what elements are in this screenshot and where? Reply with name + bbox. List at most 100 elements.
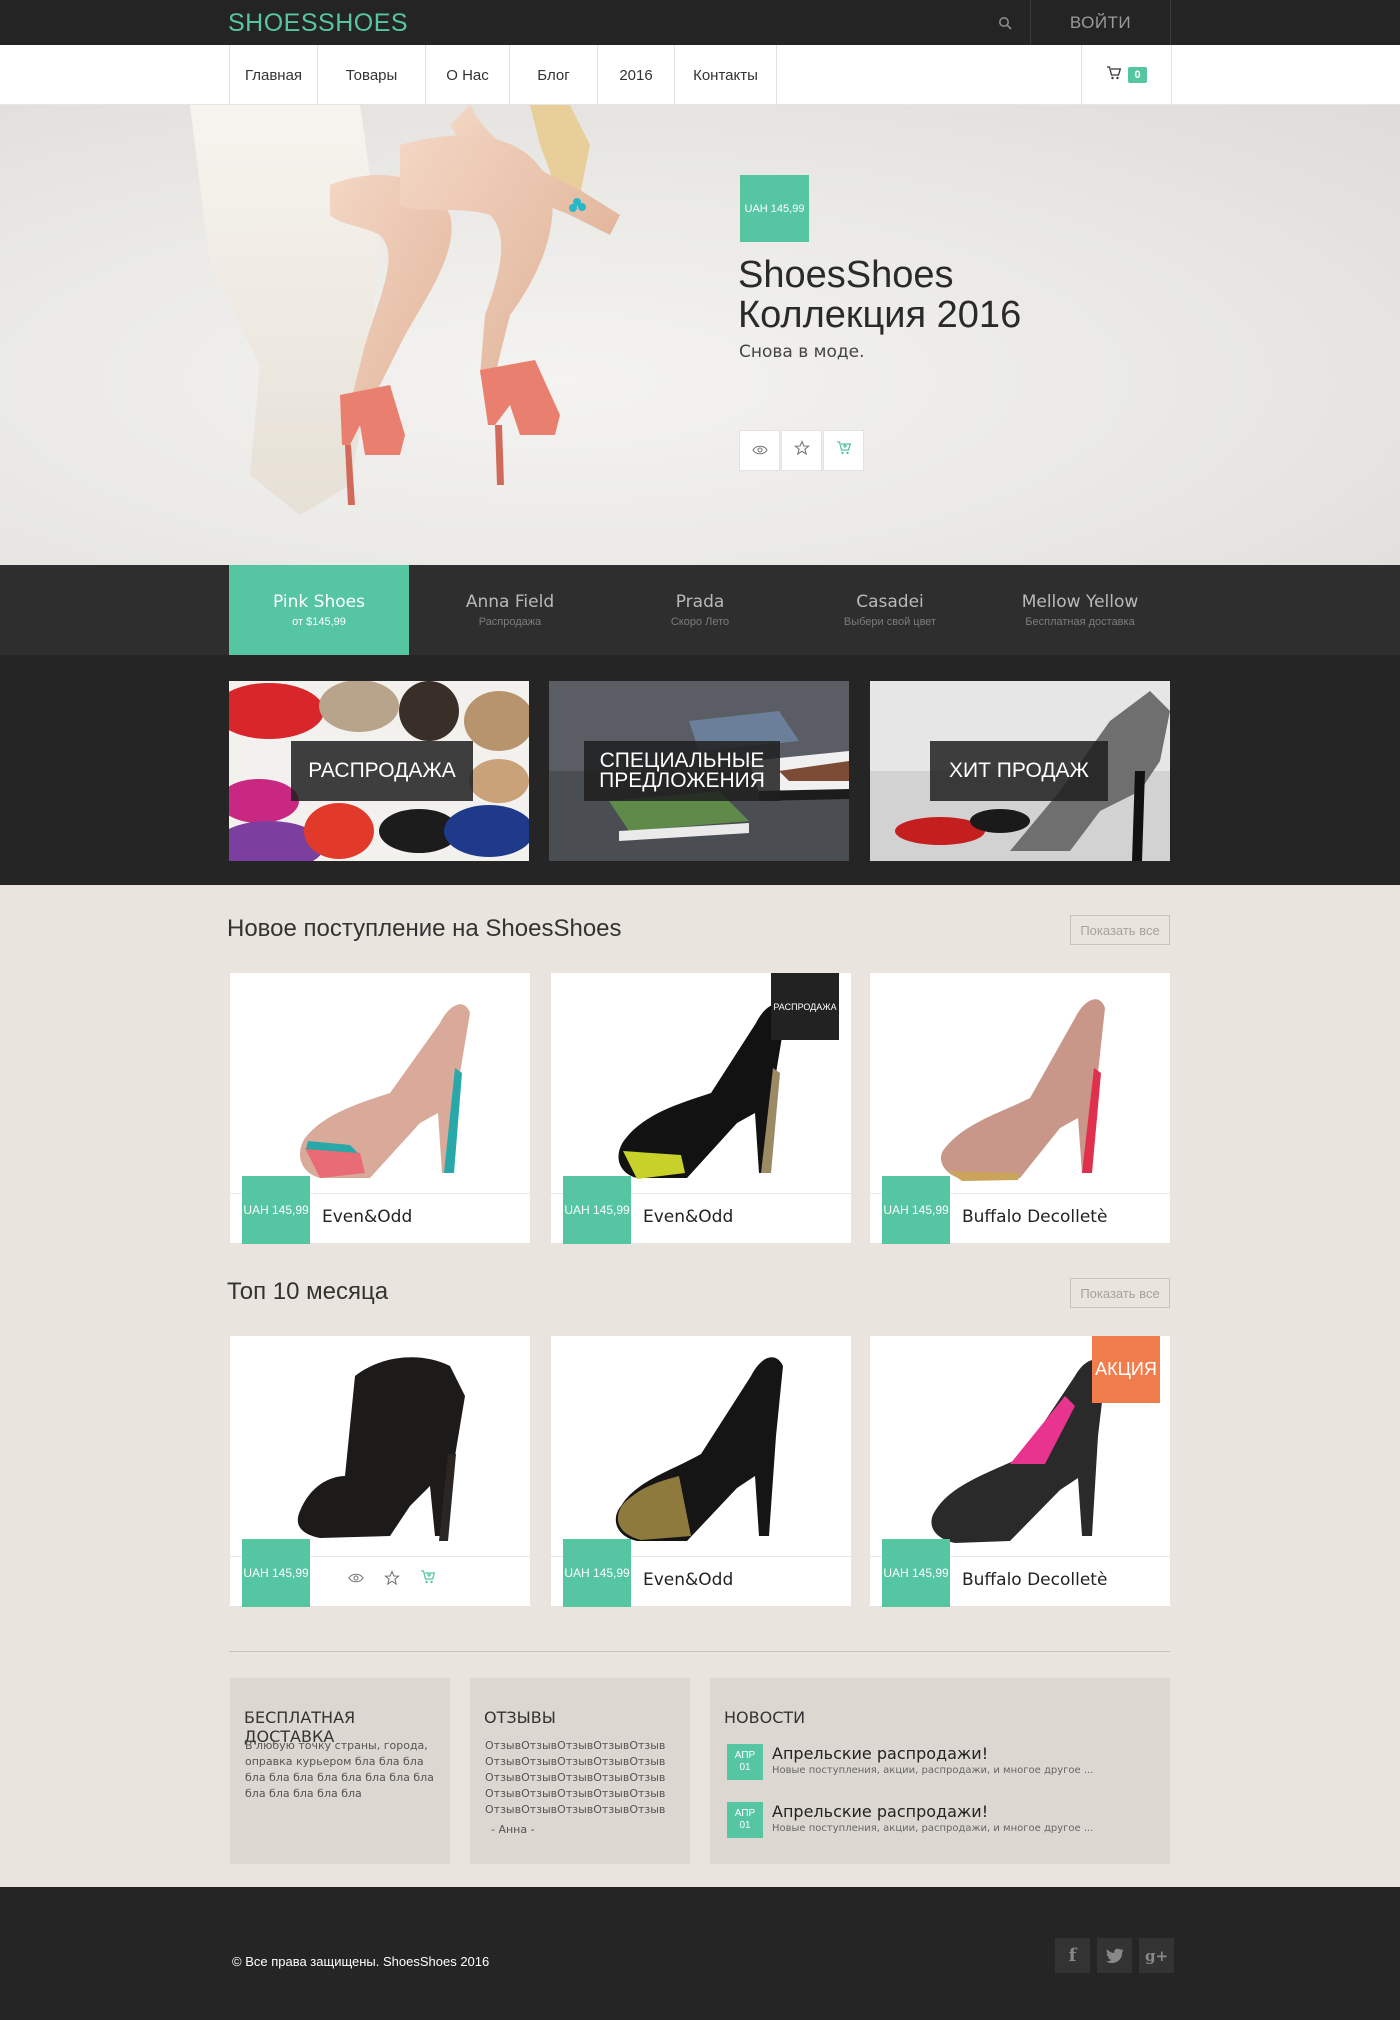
promo-label: ХИТ ПРОДАЖ (930, 741, 1108, 801)
product-info: UAH 145,99 Even&Odd (551, 1539, 851, 1607)
review-text-line: ОтзывОтзывОтзывОтзывОтзыв (485, 1771, 666, 1784)
hero-title-line2: Коллекция 2016 (738, 294, 1022, 336)
tab-anna-field[interactable]: Anna Field Распродажа (420, 565, 600, 655)
product-card[interactable]: РАСПРОДАЖА UAH 145,99 Even&Odd (551, 973, 851, 1244)
facebook-icon[interactable]: f (1055, 1938, 1090, 1973)
product-info: UAH 145,99 Buffalo Decolletè (870, 1176, 1170, 1244)
tab-title: Casadei (856, 592, 924, 612)
product-card[interactable]: UAH 145,99 Buffalo Decolletè (870, 973, 1170, 1244)
top-divider (1170, 0, 1171, 45)
tab-title: Anna Field (465, 592, 555, 612)
brand-tabs: Pink Shoes от $145,99 Anna Field Распрод… (0, 565, 1400, 655)
promo-sale[interactable]: РАСПРОДАЖА (229, 681, 529, 861)
product-name[interactable]: Even&Odd (643, 1207, 733, 1227)
promo-bestsellers[interactable]: ХИТ ПРОДАЖ (870, 681, 1170, 861)
product-actions (348, 1570, 436, 1591)
main-nav: Главная Товары О Нас Блог 2016 Контакты … (0, 45, 1400, 105)
copyright: © Все права защищены. ShoesShoes 2016 (232, 1954, 490, 1969)
add-to-cart-button[interactable] (823, 430, 864, 471)
favorite-button[interactable] (781, 430, 822, 471)
delivery-text-line: бла бла бла бла бла (245, 1787, 362, 1800)
product-info: UAH 145,99 (230, 1539, 530, 1607)
delivery-text-line: оправка курьером бла бла бла (245, 1755, 424, 1768)
promo-badge: АКЦИЯ (1092, 1336, 1160, 1403)
cart-button[interactable]: 0 (1081, 45, 1172, 105)
twitter-icon[interactable] (1097, 1938, 1132, 1973)
hero-banner: UAH 145,99 ShoesShoes Коллекция 2016 Сно… (0, 105, 1400, 565)
reviews-box: ОТЗЫВЫ ОтзывОтзывОтзывОтзывОтзыв ОтзывОт… (470, 1678, 690, 1864)
tab-subtitle: Распродажа (478, 616, 542, 628)
view-button[interactable] (739, 430, 780, 471)
product-image (230, 973, 530, 1193)
product-price: UAH 145,99 (242, 1176, 310, 1244)
product-name[interactable]: Even&Odd (322, 1207, 412, 1227)
promo-special-offers[interactable]: СПЕЦИАЛЬНЫЕ ПРЕДЛОЖЕНИЯ (549, 681, 849, 861)
review-text-line: ОтзывОтзывОтзывОтзывОтзыв (485, 1755, 666, 1768)
delivery-text-line: В любую точку страны, города, (245, 1739, 428, 1752)
product-card[interactable]: UAH 145,99 (230, 1336, 530, 1607)
product-card[interactable]: UAH 145,99 Even&Odd (230, 973, 530, 1244)
eye-icon (751, 442, 768, 460)
google-plus-icon[interactable]: g+ (1139, 1938, 1174, 1973)
section-title-top10: Топ 10 месяца (227, 1278, 389, 1305)
hero-model-image (190, 105, 620, 515)
show-all-new-button[interactable]: Показать все (1070, 915, 1170, 945)
tab-casadei[interactable]: Casadei Выбери свой цвет (800, 565, 980, 655)
product-image (230, 1336, 530, 1556)
cart-count-badge: 0 (1128, 67, 1147, 83)
news-date-month: АПР (734, 1750, 756, 1761)
login-button[interactable]: ВОЙТИ (1031, 0, 1170, 45)
news-headline[interactable]: Апрельские распродажи! (772, 1802, 988, 1821)
review-text-line: ОтзывОтзывОтзывОтзывОтзыв (485, 1787, 666, 1800)
show-all-top10-button[interactable]: Показать все (1070, 1278, 1170, 1308)
nav-item-home[interactable]: Главная (230, 45, 318, 105)
tab-title: Prada (675, 592, 725, 612)
footer: © Все права защищены. ShoesShoes 2016 f … (0, 1887, 1400, 2020)
logo[interactable]: SHOESSHOES (228, 9, 408, 38)
hero-actions (739, 430, 864, 471)
eye-icon[interactable] (348, 1570, 364, 1591)
news-title: НОВОСТИ (724, 1708, 806, 1727)
cart-add-icon[interactable] (420, 1570, 436, 1591)
search-icon[interactable] (980, 0, 1030, 45)
tab-title: Pink Shoes (273, 592, 365, 612)
product-info: UAH 145,99 Even&Odd (230, 1176, 530, 1244)
tab-subtitle: Выбери свой цвет (843, 616, 937, 628)
section-title-new-arrivals: Новое поступление на ShoesShoes (227, 915, 622, 942)
tab-subtitle: от $145,99 (292, 616, 346, 628)
sale-badge: РАСПРОДАЖА (771, 973, 839, 1040)
product-price: UAH 145,99 (563, 1539, 631, 1607)
hero-subtitle: Снова в моде. (739, 342, 865, 362)
product-price: UAH 145,99 (563, 1176, 631, 1244)
tab-subtitle: Бесплатная доставка (1025, 616, 1135, 628)
tab-title: Mellow Yellow (1021, 592, 1139, 612)
delivery-text: В любую точку страны, города, оправка ку… (245, 1738, 434, 1802)
nav-item-blog[interactable]: Блог (510, 45, 598, 105)
star-icon (793, 440, 810, 461)
news-headline[interactable]: Апрельские распродажи! (772, 1744, 988, 1763)
news-date-day: 01 (739, 1820, 751, 1831)
product-info: UAH 145,99 Even&Odd (551, 1176, 851, 1244)
product-name[interactable]: Buffalo Decolletè (962, 1207, 1107, 1227)
star-icon[interactable] (383, 1570, 401, 1591)
nav-item-products[interactable]: Товары (318, 45, 426, 105)
tab-prada[interactable]: Prada Скоро Лето (610, 565, 790, 655)
top-bar: SHOESSHOES ВОЙТИ (0, 0, 1400, 45)
nav-item-contacts[interactable]: Контакты (675, 45, 777, 105)
review-author: - Анна - (491, 1823, 535, 1836)
tab-mellow-yellow[interactable]: Mellow Yellow Бесплатная доставка (990, 565, 1170, 655)
nav-item-about[interactable]: О Нас (426, 45, 510, 105)
promo-label: СПЕЦИАЛЬНЫЕ ПРЕДЛОЖЕНИЯ (584, 741, 780, 801)
tab-pink-shoes[interactable]: Pink Shoes от $145,99 (229, 565, 409, 655)
product-name[interactable]: Even&Odd (643, 1570, 733, 1590)
product-image (870, 973, 1170, 1193)
product-card[interactable]: UAH 145,99 Even&Odd (551, 1336, 851, 1607)
news-date: АПР 01 (727, 1802, 763, 1838)
reviews-title: ОТЗЫВЫ (484, 1708, 556, 1727)
nav-item-2016[interactable]: 2016 (598, 45, 675, 105)
product-image (551, 1336, 851, 1556)
product-card[interactable]: АКЦИЯ UAH 145,99 Buffalo Decolletè (870, 1336, 1170, 1607)
cart-add-icon (836, 441, 852, 460)
product-name[interactable]: Buffalo Decolletè (962, 1570, 1107, 1590)
news-description: Новые поступления, акции, распродажи, и … (772, 1765, 1094, 1776)
